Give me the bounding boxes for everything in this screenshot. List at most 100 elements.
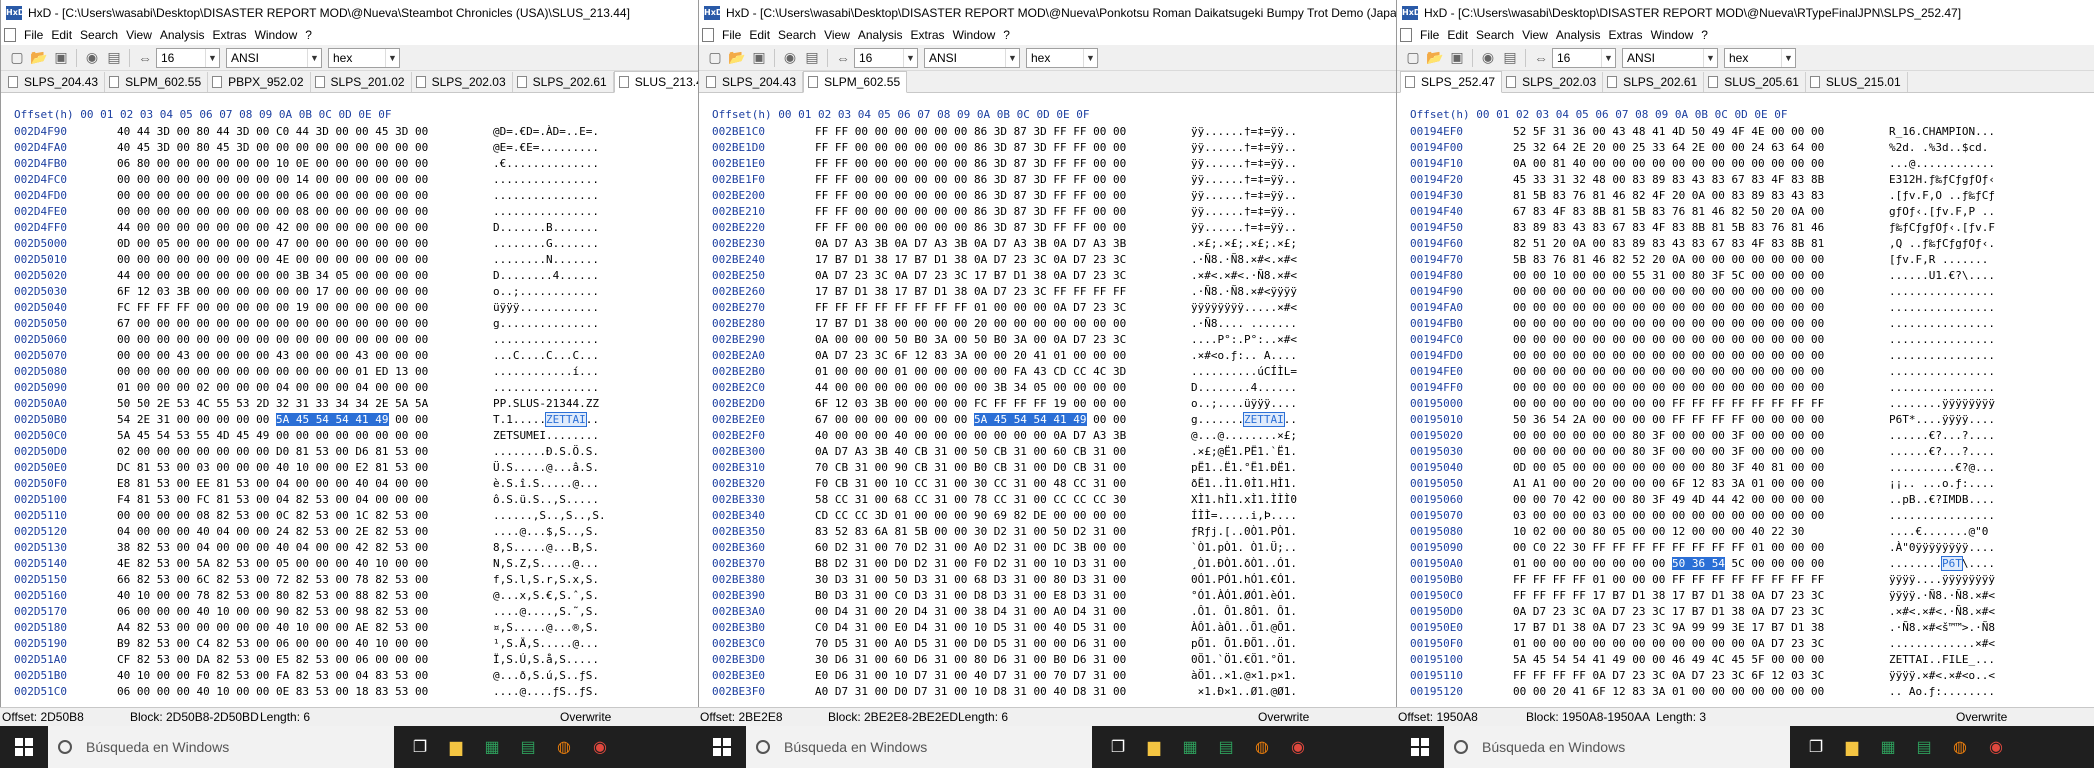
menu-extras[interactable]: Extras: [911, 28, 953, 42]
row-hex-bytes[interactable]: 50 50 2E 53 4C 55 53 2D 32 31 33 34 34 2…: [117, 396, 428, 412]
hex-row[interactable]: 002BE300 0A D7 A3 3B 40 CB 31 00 50 CB 31…: [698, 444, 1396, 460]
row-hex-bytes[interactable]: 25 32 64 2E 20 00 25 33 64 2E 00 00 24 6…: [1513, 140, 1824, 156]
row-hex-bytes[interactable]: 66 82 53 00 6C 82 53 00 72 82 53 00 78 8…: [117, 572, 428, 588]
hex-row[interactable]: 001950D0 0A D7 23 3C 0A D7 23 3C 17 B7 D1…: [1396, 604, 2094, 620]
row-hex-bytes[interactable]: 00 00 00 00 00 00 80 3F 00 00 00 3F 00 0…: [1513, 444, 1824, 460]
row-hex-bytes[interactable]: FF FF 00 00 00 00 00 00 86 3D 87 3D FF F…: [815, 140, 1126, 156]
hex-row[interactable]: 00194EF0 52 5F 31 36 00 43 48 41 4D 50 49…: [1396, 124, 2094, 140]
row-ascii[interactable]: ................: [493, 332, 599, 348]
hex-row[interactable]: 00194F80 00 00 10 00 00 00 55 31 00 80 3F…: [1396, 268, 2094, 284]
row-ascii[interactable]: ..........€?@...: [1889, 460, 1995, 476]
row-ascii[interactable]: ZETSUMEI........: [493, 428, 599, 444]
row-ascii[interactable]: ÿÿ......†=‡=ÿÿ..: [1191, 204, 1297, 220]
hex-row[interactable]: 002D4F90 40 44 3D 00 80 44 3D 00 C0 44 3D…: [0, 124, 698, 140]
selected-hex-bytes[interactable]: 5A 45 54 54 41 49: [275, 413, 389, 426]
row-hex-bytes[interactable]: 00 00 00 00 00 00 00 00 00 08 00 00 00 0…: [117, 204, 428, 220]
hex-row[interactable]: 002D4FD0 00 00 00 00 00 00 00 00 00 06 00…: [0, 188, 698, 204]
row-ascii[interactable]: ¹‚S.Ä‚S.....@...: [493, 636, 599, 652]
row-hex-bytes[interactable]: 06 00 00 00 40 10 00 00 90 82 53 00 98 8…: [117, 604, 428, 620]
start-button[interactable]: [698, 726, 746, 768]
row-ascii[interactable]: ......‚S..‚S..‚S.: [493, 508, 606, 524]
row-hex-bytes[interactable]: 00 00 00 00 00 00 00 00 00 00 00 00 00 0…: [117, 332, 428, 348]
row-hex-bytes[interactable]: DC 81 53 00 03 00 00 00 40 10 00 00 E2 8…: [117, 460, 428, 476]
row-ascii[interactable]: gƒOƒ‹.[ƒv.F‚P ..: [1889, 204, 1995, 220]
row-hex-bytes[interactable]: FC FF FF FF 00 00 00 00 00 19 00 00 00 0…: [117, 300, 428, 316]
hex-row[interactable]: 00195030 00 00 00 00 00 00 80 3F 00 00 00…: [1396, 444, 2094, 460]
row-hex-bytes[interactable]: FF FF FF FF 17 B7 D1 38 17 B7 D1 38 0A D…: [1513, 588, 1824, 604]
hex-view[interactable]: Offset(h) 00 01 02 03 04 05 06 07 08 09 …: [698, 103, 1396, 726]
hex-row[interactable]: 002BE270 FF FF FF FF FF FF FF FF 01 00 00…: [698, 300, 1396, 316]
row-ascii[interactable]: ¸Ò1.ÐÒ1.ðÒ1..Ó1.: [1191, 556, 1297, 572]
hex-row[interactable]: 002D51B0 40 10 00 00 F0 82 53 00 FA 82 53…: [0, 668, 698, 684]
row-ascii[interactable]: ................: [493, 204, 599, 220]
row-hex-bytes[interactable]: 40 44 3D 00 80 44 3D 00 C0 44 3D 00 00 4…: [117, 124, 428, 140]
row-ascii[interactable]: .×#<.×#<.·Ñ8.×#<: [1191, 268, 1297, 284]
hex-row[interactable]: 002D5140 4E 82 53 00 5A 82 53 00 05 00 00…: [0, 556, 698, 572]
charset-select[interactable]: ANSI ▼: [1622, 47, 1718, 68]
tab-slpm-602-55[interactable]: SLPM_602.55: [105, 72, 209, 92]
row-ascii[interactable]: ................: [1889, 380, 1995, 396]
hex-row[interactable]: 002D5090 01 00 00 00 02 00 00 00 04 00 00…: [0, 380, 698, 396]
row-ascii[interactable]: .[ƒv.F‚O ..ƒ‰ƒCƒ: [1889, 188, 1995, 204]
hex-row[interactable]: 002D4FF0 44 00 00 00 00 00 00 00 42 00 00…: [0, 220, 698, 236]
row-ascii[interactable]: ................: [1889, 332, 1995, 348]
ram-icon[interactable]: ▤: [1499, 48, 1521, 68]
menu-window[interactable]: Window: [1651, 28, 1702, 42]
chrome-icon[interactable]: ◉: [1984, 735, 2008, 759]
menu-view[interactable]: View: [824, 28, 858, 42]
row-hex-bytes[interactable]: F0 CB 31 00 10 CC 31 00 30 CC 31 00 48 C…: [815, 476, 1126, 492]
notepad-icon[interactable]: ▤: [1912, 735, 1936, 759]
hex-row[interactable]: 001950A0 01 00 00 00 00 00 00 00 50 36 54…: [1396, 556, 2094, 572]
row-hex-bytes[interactable]: 00 00 00 00 00 00 00 00 00 00 00 00 00 0…: [1513, 380, 1824, 396]
hex-row[interactable]: 002D4FE0 00 00 00 00 00 00 00 00 00 08 00…: [0, 204, 698, 220]
row-hex-bytes[interactable]: 00 00 00 00 00 00 00 00 4E 00 00 00 00 0…: [117, 252, 428, 268]
row-ascii[interactable]: T.1.....ZETTAI..: [493, 412, 599, 428]
selected-ascii-text[interactable]: ZETTAI: [1242, 412, 1285, 427]
hex-row[interactable]: 002BE390 B0 D3 31 00 C0 D3 31 00 D8 D3 31…: [698, 588, 1396, 604]
row-ascii[interactable]: P6T*....ÿÿÿÿ....: [1889, 412, 1995, 428]
hex-row[interactable]: 001950F0 01 00 00 00 00 00 00 00 00 00 00…: [1396, 636, 2094, 652]
new-file-icon[interactable]: ▢: [1402, 48, 1424, 68]
hex-row[interactable]: 002D50A0 50 50 2E 53 4C 55 53 2D 32 31 33…: [0, 396, 698, 412]
hex-row[interactable]: 002D5160 40 10 00 00 78 82 53 00 80 82 53…: [0, 588, 698, 604]
row-hex-bytes[interactable]: 58 CC 31 00 68 CC 31 00 78 CC 31 00 CC C…: [815, 492, 1126, 508]
new-file-icon[interactable]: ▢: [704, 48, 726, 68]
row-ascii[interactable]: ......U1.€?\....: [1889, 268, 1995, 284]
hex-row[interactable]: 00195050 A1 A1 00 00 20 00 00 00 6F 12 83…: [1396, 476, 2094, 492]
row-hex-bytes[interactable]: 0A D7 A3 3B 0A D7 A3 3B 0A D7 A3 3B 0A D…: [815, 236, 1126, 252]
row-hex-bytes[interactable]: 70 CB 31 00 90 CB 31 00 B0 CB 31 00 D0 C…: [815, 460, 1126, 476]
row-hex-bytes[interactable]: FF FF 00 00 00 00 00 00 86 3D 87 3D FF F…: [815, 172, 1126, 188]
row-hex-bytes[interactable]: 82 51 20 0A 00 83 89 83 43 83 67 83 4F 8…: [1513, 236, 1824, 252]
menu-search[interactable]: Search: [1476, 28, 1522, 42]
notepad-icon[interactable]: ▤: [1214, 735, 1238, 759]
hex-row[interactable]: 002BE220 FF FF 00 00 00 00 00 00 86 3D 87…: [698, 220, 1396, 236]
hex-row[interactable]: 00194FB0 00 00 00 00 00 00 00 00 00 00 00…: [1396, 316, 2094, 332]
hex-row[interactable]: 002BE260 17 B7 D1 38 17 B7 D1 38 0A D7 23…: [698, 284, 1396, 300]
row-ascii[interactable]: ÿÿÿÿ.×#<.×#<o..<: [1889, 668, 1995, 684]
hex-row[interactable]: 002D50C0 5A 45 54 53 55 4D 45 49 00 00 00…: [0, 428, 698, 444]
row-hex-bytes[interactable]: 81 5B 83 76 81 46 82 4F 20 0A 00 83 89 8…: [1513, 188, 1824, 204]
hex-row[interactable]: 002BE280 17 B7 D1 38 00 00 00 00 20 00 00…: [698, 316, 1396, 332]
row-ascii[interactable]: .×#<.×#<.·Ñ8.×#<: [1889, 604, 1995, 620]
row-hex-bytes[interactable]: E0 D6 31 00 10 D7 31 00 40 D7 31 00 70 D…: [815, 668, 1126, 684]
row-ascii[interactable]: .............×#<: [1889, 636, 1995, 652]
row-hex-bytes[interactable]: 83 89 83 43 83 67 83 4F 83 8B 81 5B 83 7…: [1513, 220, 1824, 236]
menu-view[interactable]: View: [126, 28, 160, 42]
hex-row[interactable]: 002D5030 6F 12 03 3B 00 00 00 00 00 00 17…: [0, 284, 698, 300]
ram-icon[interactable]: ▤: [103, 48, 125, 68]
row-hex-bytes[interactable]: 00 00 00 00 00 00 00 00 00 00 00 00 00 0…: [1513, 332, 1824, 348]
hex-row[interactable]: 002D51A0 CF 82 53 00 DA 82 53 00 E5 82 53…: [0, 652, 698, 668]
row-hex-bytes[interactable]: 0D 00 05 00 00 00 00 00 00 00 80 3F 40 8…: [1513, 460, 1824, 476]
bytes-per-row-select[interactable]: 16 ▼: [156, 47, 220, 68]
row-hex-bytes[interactable]: FF FF FF FF FF FF FF FF 01 00 00 00 0A D…: [815, 300, 1126, 316]
hex-row[interactable]: 002BE290 0A 00 00 00 50 B0 3A 00 50 B0 3A…: [698, 332, 1396, 348]
save-icon[interactable]: ▣: [1446, 48, 1468, 68]
row-hex-bytes[interactable]: 00 00 00 00 08 82 53 00 0C 82 53 00 1C 8…: [117, 508, 428, 524]
row-hex-bytes[interactable]: 44 00 00 00 00 00 00 00 00 3B 34 05 00 0…: [815, 380, 1126, 396]
row-hex-bytes[interactable]: 02 00 00 00 00 00 00 00 D0 81 53 00 D6 8…: [117, 444, 428, 460]
row-hex-bytes[interactable]: 83 52 83 6A 81 5B 00 00 30 D2 31 00 50 D…: [815, 524, 1126, 540]
hex-row[interactable]: 00194F70 5B 83 76 81 46 82 52 20 0A 00 00…: [1396, 252, 2094, 268]
row-ascii[interactable]: .. Ao.ƒ:........: [1889, 684, 1995, 700]
row-hex-bytes[interactable]: 0A 00 00 00 50 B0 3A 00 50 B0 3A 00 0A D…: [815, 332, 1126, 348]
bytes-per-row-select[interactable]: 16 ▼: [1552, 47, 1616, 68]
